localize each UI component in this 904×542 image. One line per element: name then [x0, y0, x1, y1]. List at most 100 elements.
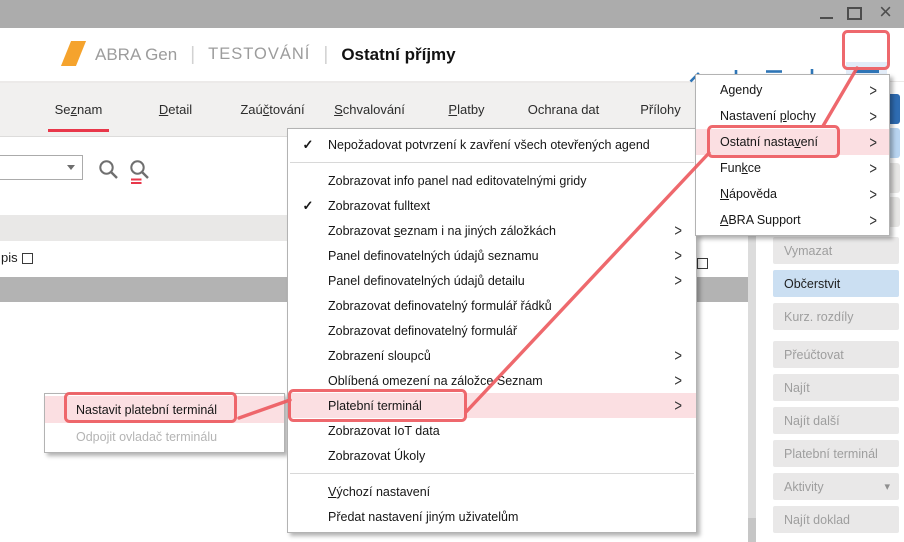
header-separator: |: [190, 44, 195, 66]
label: Oblíbená omezení na záložce Seznam: [328, 374, 543, 388]
submenu-chevron-icon: >: [674, 246, 696, 265]
menu-separator: [290, 162, 694, 163]
submenu-chevron-icon: >: [674, 371, 696, 390]
header-separator: |: [323, 44, 328, 66]
search-combobox[interactable]: [0, 155, 83, 180]
label: Přeúčtovat: [784, 348, 844, 362]
label: Předat nastavení jiným uživatelům: [328, 510, 518, 524]
menu-separator: [290, 473, 694, 474]
label: Výchozí nastavení: [328, 485, 430, 499]
dropdown-arrow-icon: ▾: [884, 480, 890, 493]
label: Panel definovatelných údajů seznamu: [328, 249, 539, 263]
tab-seznam[interactable]: Seznam: [30, 83, 127, 136]
label: Zobrazovat seznam i na jiných záložkách: [328, 224, 556, 238]
menu-item-zobrazovat-ukoly[interactable]: Zobrazovat Úkoly: [288, 443, 696, 468]
label: Najít další: [784, 414, 840, 428]
column-checkbox[interactable]: [22, 253, 33, 264]
close-icon[interactable]: ×: [879, 0, 892, 25]
label: ABRA Support: [720, 213, 801, 227]
label: Najít: [784, 381, 810, 395]
sidebar-buttons: Vymazat Občerstvit Kurz. rozdíly Přeúčtovat…: [773, 237, 899, 539]
sidebar-button-najit-doklad[interactable]: Najít doklad: [773, 506, 899, 533]
abra-logo-icon: [61, 41, 86, 66]
label: Platby: [448, 102, 484, 117]
menu-item-zobrazovat-definovatelny-formular-radku[interactable]: Zobrazovat definovatelný formulář řádků: [288, 293, 696, 318]
minimize-icon[interactable]: [820, 17, 833, 19]
submenu-chevron-icon: >: [674, 346, 696, 365]
menu-item-oblibena-omezeni-na-zalozce-seznam[interactable]: Oblíbená omezení na záložce Seznam >: [288, 368, 696, 393]
label: Kurz. rozdíly: [784, 310, 853, 324]
menu-item-platebni-terminal[interactable]: Platební terminál >: [288, 393, 696, 418]
menu-item-zobrazovat-seznam-i-na-jinych-zalozkach[interactable]: Zobrazovat seznam i na jiných záložkách >: [288, 218, 696, 243]
sidebar-button-platebni-terminal[interactable]: Platební terminál: [773, 440, 899, 467]
label: Platební terminál: [328, 399, 422, 413]
menu-item-odpojit-ovladac-terminalu[interactable]: Odpojit ovladač terminálu: [45, 423, 284, 450]
label: Agendy: [720, 83, 762, 97]
sidebar-button-najit-dalsi[interactable]: Najít další: [773, 407, 899, 434]
window-title-bar: ×: [0, 0, 904, 28]
menu-item-agendy[interactable]: Agendy>: [696, 77, 889, 103]
sidebar-button-aktivity[interactable]: Aktivity ▾: [773, 473, 899, 500]
menu-item-nepozadovat-potvrzeni-k-zavreni-vsech-otevrenych-agend[interactable]: ✓Nepožadovat potvrzení k zavření všech o…: [288, 132, 696, 157]
maximize-icon[interactable]: [847, 7, 862, 20]
main-context-menu: ✓Nepožadovat potvrzení k zavření všech o…: [287, 128, 697, 533]
sidebar-button-preuctovat[interactable]: Přeúčtovat: [773, 341, 899, 368]
menu-item-panel-definovatelnych-udaju-seznamu[interactable]: Panel definovatelných údajů seznamu >: [288, 243, 696, 268]
chevron-down-icon: [67, 165, 75, 170]
label: Zaúčtování: [240, 102, 304, 117]
check-icon: ✓: [288, 198, 328, 214]
check-icon: ✓: [288, 137, 328, 153]
label: Platební terminál: [784, 447, 878, 461]
label: Nastavit platební terminál: [76, 403, 217, 417]
label: Panel definovatelných údajů detailu: [328, 274, 525, 288]
label: Seznam: [55, 102, 103, 117]
fulltext-search-icon[interactable]: [128, 158, 152, 185]
sidebar-button-obcerstvit[interactable]: Občerstvit: [773, 270, 899, 297]
column-checkbox[interactable]: [697, 258, 708, 269]
label: Aktivity: [784, 480, 824, 494]
menu-item-zobrazovat-definovatelny-formular[interactable]: Zobrazovat definovatelný formulář: [288, 318, 696, 343]
app-name: ABRA Gen: [95, 45, 177, 65]
label: Schvalování: [334, 102, 405, 117]
environment-label: TESTOVÁNÍ: [208, 45, 310, 64]
menu-item-zobrazovat-info-panel-nad-editovatelnymi-gridy[interactable]: Zobrazovat info panel nad editovatelnými…: [288, 168, 696, 193]
label: Zobrazovat info panel nad editovatelnými…: [328, 174, 586, 188]
submenu-chevron-icon: >: [869, 211, 889, 230]
label: Odpojit ovladač terminálu: [76, 430, 217, 444]
submenu-chevron-icon: >: [869, 185, 889, 204]
menu-item-vychozi-nastaveni[interactable]: Výchozí nastavení: [288, 479, 696, 504]
hamburger-dropdown-menu: Agendy>Nastavení plochy>Ostatní nastaven…: [695, 74, 890, 236]
label: Nepožadovat potvrzení k zavření všech ot…: [328, 138, 650, 152]
label: Občerstvit: [784, 277, 840, 291]
grid-column-header: pis: [1, 250, 18, 265]
page-title: Ostatní příjmy: [341, 45, 455, 65]
menu-item-zobrazeni-sloupcu[interactable]: Zobrazení sloupců >: [288, 343, 696, 368]
tab-detail[interactable]: Detail: [127, 83, 224, 136]
menu-item-zobrazovat-fulltext[interactable]: ✓Zobrazovat fulltext: [288, 193, 696, 218]
sidebar-button-kurz-rozdily[interactable]: Kurz. rozdíly: [773, 303, 899, 330]
menu-item-abra-support[interactable]: ABRA Support >: [696, 207, 889, 233]
sidebar-button-vymazat[interactable]: Vymazat: [773, 237, 899, 264]
label: Ochrana dat: [528, 102, 600, 117]
menu-item-ostatni-nastaveni[interactable]: Ostatní nastavení>: [696, 129, 889, 155]
menu-item-zobrazovat-iot-data[interactable]: Zobrazovat IoT data: [288, 418, 696, 443]
menu-item-nastaveni-plochy[interactable]: Nastavení plochy >: [696, 103, 889, 129]
submenu-chevron-icon: >: [674, 396, 696, 415]
menu-item-funkce[interactable]: Funkce>: [696, 155, 889, 181]
menu-item-napoveda[interactable]: Nápověda>: [696, 181, 889, 207]
label: Najít doklad: [784, 513, 850, 527]
sidebar-button-najit[interactable]: Najít: [773, 374, 899, 401]
submenu-chevron-icon: >: [674, 271, 696, 290]
grid-filter-band: [0, 215, 290, 241]
label: Zobrazení sloupců: [328, 349, 431, 363]
submenu-chevron-icon: >: [674, 221, 696, 240]
submenu-chevron-icon: >: [869, 107, 889, 126]
menu-item-predat-nastaveni-jinym-uzivatelum[interactable]: Předat nastavení jiným uživatelům: [288, 504, 696, 529]
label: Nastavení plochy: [720, 109, 816, 123]
label: Zobrazovat fulltext: [328, 199, 430, 213]
menu-item-panel-definovatelnych-udaju-detailu[interactable]: Panel definovatelných údajů detailu >: [288, 268, 696, 293]
menu-item-nastavit-platebni-terminal[interactable]: Nastavit platební terminál: [45, 396, 284, 423]
submenu-chevron-icon: >: [869, 159, 889, 178]
search-icon[interactable]: [97, 158, 121, 185]
label: Ostatní nastavení: [720, 135, 818, 149]
